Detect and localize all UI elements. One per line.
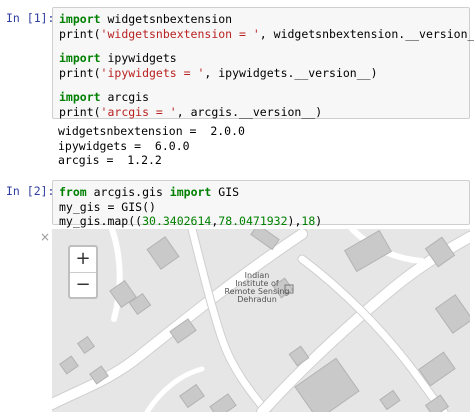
roads bbox=[52, 229, 470, 412]
map-widget[interactable]: Indian Institute of Remote Sensing Dehra… bbox=[52, 229, 470, 412]
cell-1-prompt: In [1]: bbox=[6, 11, 55, 25]
code-line: import widgetsnbextension bbox=[59, 12, 463, 27]
zoom-control: + − bbox=[68, 245, 98, 299]
output-line: ipywidgets = 6.0.0 bbox=[58, 138, 190, 153]
code-token: GIS bbox=[211, 185, 240, 199]
map-place-label: Indian Institute of Remote Sensing Dehra… bbox=[212, 272, 302, 304]
code-token: print( bbox=[59, 26, 101, 41]
code-token: , widgetsnbextension.__version__) bbox=[259, 26, 474, 41]
output-line: widgetsnbextension = 2.0.0 bbox=[58, 124, 245, 138]
cell-1-output: widgetsnbextension = 2.0.0 ipywidgets = 6… bbox=[58, 124, 245, 168]
code-token: from bbox=[59, 185, 87, 199]
code-line: from arcgis.gis import GIS bbox=[59, 185, 463, 200]
code-line: my_gis = GIS() bbox=[59, 200, 463, 215]
code-token: import bbox=[59, 51, 101, 65]
code-token: import bbox=[169, 185, 212, 199]
map-tiles[interactable] bbox=[52, 229, 470, 412]
code-token: print( bbox=[59, 104, 101, 119]
code-token: 'ipywidgets = ' bbox=[100, 65, 205, 80]
zoom-in-button[interactable]: + bbox=[70, 247, 96, 273]
cell-1-code-input[interactable]: import widgetsnbextension print('widgetsn… bbox=[52, 7, 474, 120]
code-line: import arcgis bbox=[59, 90, 463, 105]
code-line: print('widgetsnbextension = ', widgetsnb… bbox=[59, 26, 474, 42]
code-line: print('arcgis = ', arcgis.__version__) bbox=[59, 105, 463, 120]
code-token: , ipywidgets.__version__) bbox=[204, 65, 378, 80]
code-token: 18 bbox=[301, 214, 316, 228]
code-token: arcgis.gis bbox=[86, 185, 170, 199]
code-token: my_gis = GIS() bbox=[59, 199, 156, 214]
cell-2-code-input[interactable]: from arcgis.gis import GIS my_gis = GIS()… bbox=[52, 180, 470, 228]
close-output-icon[interactable]: × bbox=[40, 230, 50, 244]
code-token: my_gis.map(( bbox=[59, 214, 143, 228]
code-token: arcgis bbox=[100, 90, 150, 104]
code-token: 'arcgis = ' bbox=[100, 104, 177, 119]
code-line: import ipywidgets bbox=[59, 51, 463, 66]
map-label-line: Dehradun bbox=[237, 295, 277, 304]
code-token: ) bbox=[315, 214, 323, 228]
code-token: 30.3402614 bbox=[142, 214, 212, 228]
code-token: import bbox=[59, 12, 101, 26]
code-token: ipywidgets bbox=[100, 51, 177, 65]
output-line: arcgis = 1.2.2 bbox=[58, 153, 162, 167]
cell-2-prompt: In [2]: bbox=[6, 184, 55, 198]
code-line: print('ipywidgets = ', ipywidgets.__vers… bbox=[59, 66, 463, 81]
code-token: 'widgetsnbextension = ' bbox=[100, 26, 260, 41]
code-token: , arcgis.__version__) bbox=[176, 104, 323, 119]
code-token: ), bbox=[287, 214, 302, 228]
code-token: widgetsnbextension bbox=[100, 12, 233, 26]
code-token: print( bbox=[59, 65, 101, 80]
zoom-out-button[interactable]: − bbox=[70, 273, 96, 298]
code-line: my_gis.map((30.3402614,78.0471932),18) bbox=[59, 214, 463, 229]
code-token: import bbox=[59, 90, 101, 104]
code-token: 78.0471932 bbox=[218, 214, 288, 228]
